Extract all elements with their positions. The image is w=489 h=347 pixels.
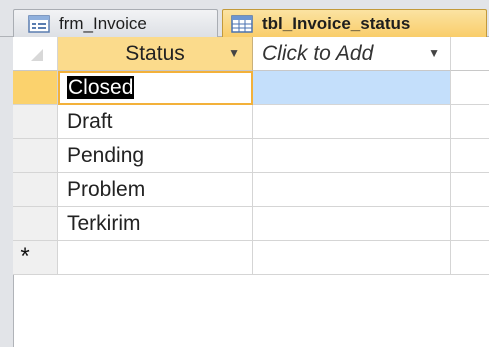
- empty-cell[interactable]: [253, 173, 451, 207]
- empty-cell: [451, 241, 489, 275]
- empty-cell[interactable]: [253, 139, 451, 173]
- empty-cell[interactable]: [253, 207, 451, 241]
- record-selector[interactable]: [13, 71, 58, 105]
- empty-cell: [451, 71, 489, 105]
- status-cell[interactable]: Problem: [58, 173, 253, 207]
- table-row[interactable]: Problem: [0, 173, 489, 207]
- empty-cell: [451, 207, 489, 241]
- status-cell[interactable]: Draft: [58, 105, 253, 139]
- form-icon: [28, 14, 50, 33]
- select-all-corner[interactable]: [13, 37, 58, 71]
- record-selector[interactable]: [13, 105, 58, 139]
- record-selector[interactable]: [13, 173, 58, 207]
- empty-cell: [451, 173, 489, 207]
- tab-tbl-invoice-status[interactable]: tbl_Invoice_status: [222, 9, 487, 37]
- tab-label: frm_Invoice: [59, 13, 147, 33]
- empty-header-cell: [451, 37, 489, 71]
- tab-label: tbl_Invoice_status: [262, 13, 411, 33]
- record-selector[interactable]: [13, 207, 58, 241]
- tab-frm-invoice[interactable]: frm_Invoice: [13, 9, 218, 37]
- empty-cell[interactable]: [253, 105, 451, 139]
- header-row: Status ▼ Click to Add ▼: [0, 37, 489, 71]
- empty-cell[interactable]: [253, 241, 451, 275]
- empty-cell[interactable]: [253, 71, 451, 105]
- record-selector[interactable]: [13, 139, 58, 173]
- selected-text[interactable]: Closed: [67, 76, 135, 99]
- table-row[interactable]: Draft: [0, 105, 489, 139]
- empty-cell: [451, 139, 489, 173]
- empty-cell: [451, 105, 489, 139]
- dropdown-arrow-icon[interactable]: ▼: [428, 37, 440, 70]
- column-header-click-to-add[interactable]: Click to Add ▼: [253, 37, 451, 71]
- status-cell[interactable]: Terkirim: [58, 207, 253, 241]
- document-tab-strip: frm_Invoice tbl_Invoice_status: [0, 0, 489, 37]
- table-row[interactable]: Terkirim: [0, 207, 489, 241]
- dropdown-arrow-icon[interactable]: ▼: [228, 37, 240, 70]
- table-row[interactable]: Closed: [0, 71, 489, 105]
- table-row[interactable]: Pending: [0, 139, 489, 173]
- table-icon: [231, 14, 253, 33]
- column-header-status[interactable]: Status ▼: [58, 37, 253, 71]
- column-header-label: Status: [125, 42, 185, 65]
- empty-cell[interactable]: [58, 241, 253, 275]
- new-record-icon[interactable]: *: [13, 241, 58, 275]
- status-cell[interactable]: Closed: [58, 71, 253, 105]
- new-record-row[interactable]: *: [0, 241, 489, 275]
- status-cell[interactable]: Pending: [58, 139, 253, 173]
- column-header-label: Click to Add: [262, 42, 374, 65]
